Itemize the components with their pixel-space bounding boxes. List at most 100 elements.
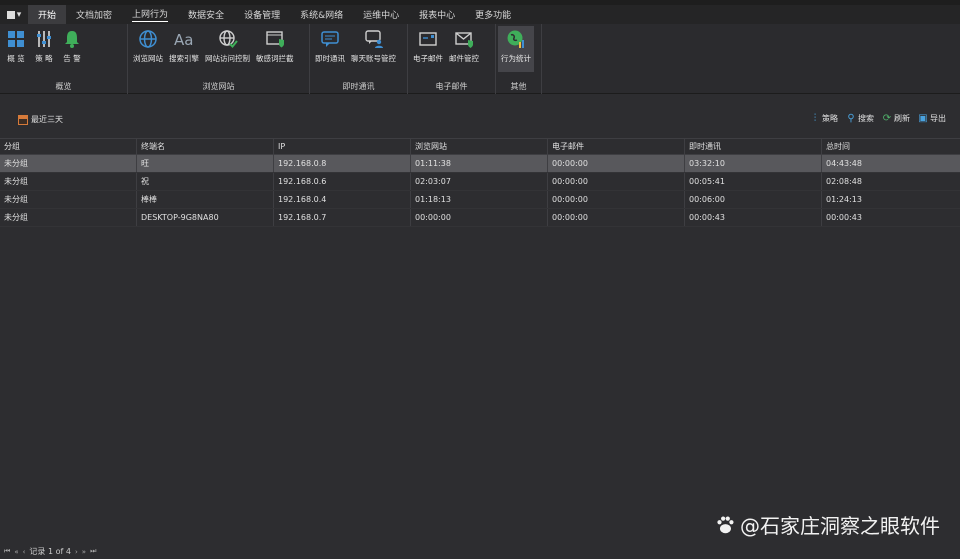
ribbon-button-3-1[interactable]: 邮件管控 [446,26,482,72]
ribbon: 概 览策 略告 警概览 浏览网站 Aa 搜索引擎 网站访问控制 敏感词拦截 浏览网站 即时通讯… [0,24,960,94]
column-header[interactable]: 分组 [0,139,137,154]
last-record-icon[interactable]: ⏭ [90,547,96,556]
table-cell: 00:00:00 [548,155,685,172]
tab-1[interactable]: 文档加密 [66,5,122,24]
column-header[interactable]: 浏览网站 [411,139,548,154]
prev-record-icon[interactable]: ‹ [23,548,26,556]
tab-0[interactable]: 开始 [28,5,67,24]
chat-user-icon [363,28,385,50]
table-cell: 02:08:48 [826,177,862,186]
table-cell: 00:00:00 [411,209,548,226]
ribbon-group-label: 即时通讯 [342,82,375,91]
next-record-icon[interactable]: › [75,548,78,556]
ribbon-button-label: 即时通讯 [315,54,345,63]
table-cell: 01:11:38 [411,155,548,172]
table-cell: 00:00:00 [548,191,685,208]
table-cell: 02:03:07 [411,173,548,190]
export-button[interactable]: ▣ 导出 [918,113,946,124]
tab-5[interactable]: 系统&网络 [290,5,353,24]
chat-icon [319,28,341,50]
ribbon-group-label: 概览 [55,82,72,91]
ribbon-button-2-1[interactable]: 聊天账号管控 [348,26,399,72]
table-cell: 未分组 [0,209,137,226]
app-menu-button[interactable]: ▾ [0,5,28,24]
date-range-label: 最近三天 [31,115,63,124]
date-range-button[interactable]: 最近三天 [18,114,63,125]
ribbon-group-4: 行为统计 其他 [496,24,542,94]
column-header[interactable]: 电子邮件 [548,139,685,154]
mail-shield-icon [453,28,475,50]
column-header[interactable]: 终端名 [137,139,274,154]
table-cell: 192.168.0.8 [274,155,411,172]
table-cell: 祝 [137,173,274,190]
ribbon-button-label: 行为统计 [501,54,531,63]
watermark-text: @石家庄洞察之眼软件 [740,514,940,538]
table-cell: 00:00:00 [548,173,685,190]
sliders-icon: ⫶ [813,113,817,124]
record-navigator: ⏮ « ‹ 记录 1 of 4 › » ⏭ [4,546,96,557]
tab-label: 数据安全 [188,11,225,21]
search-button[interactable]: ⚲ 搜索 [846,113,874,124]
ribbon-button-label: 敏感词拦截 [256,54,294,63]
tab-4[interactable]: 设备管理 [234,5,290,24]
ribbon-button-4-0[interactable]: 行为统计 [498,26,534,72]
ribbon-button-0-2[interactable]: 告 警 [58,26,86,72]
table-row[interactable]: 未分组祝 192.168.0.6 02:03:07 00:00:00 00:05:41 0… [0,173,960,191]
ribbon-button-label: 搜索引擎 [169,54,199,63]
ribbon-group-label: 电子邮件 [435,82,468,91]
search-icon: ⚲ [847,113,855,124]
table-cell: 04:43:48 [826,159,862,168]
strategy-button[interactable]: ⫶ 策略 [810,113,838,124]
first-record-icon[interactable]: ⏮ [4,547,10,556]
ribbon-button-1-2[interactable]: 网站访问控制 [202,26,253,72]
column-header[interactable]: IP [274,139,411,154]
column-header[interactable]: 即时通讯 [685,139,822,154]
table-cell: 未分组 [0,173,137,190]
ribbon-group-1: 浏览网站 Aa 搜索引擎 网站访问控制 敏感词拦截 浏览网站 [128,24,310,94]
prev-page-icon[interactable]: « [14,548,18,556]
browser-shield-icon [264,28,286,50]
ribbon-button-1-1[interactable]: Aa 搜索引擎 [166,26,202,72]
next-page-icon[interactable]: » [82,548,86,556]
bell-icon [61,28,83,50]
ribbon-button-3-0[interactable]: 电子邮件 [410,26,446,72]
table-cell: 01:18:13 [411,191,548,208]
ribbon-button-label: 策 略 [35,54,53,63]
tab-8[interactable]: 更多功能 [465,5,521,24]
tab-6[interactable]: 运维中心 [353,5,409,24]
tab-label: 上网行为 [132,7,169,22]
tab-3[interactable]: 数据安全 [178,5,234,24]
tab-7[interactable]: 报表中心 [409,5,465,24]
tab-label: 报表中心 [419,11,456,21]
ribbon-button-label: 聊天账号管控 [351,54,396,63]
refresh-button[interactable]: ⟳ 刷新 [882,113,910,124]
ribbon-button-0-1[interactable]: 策 略 [30,26,58,72]
tab-2[interactable]: 上网行为 [122,5,178,24]
sub-toolbar: 最近三天 ⫶ 策略 ⚲ 搜索 ⟳ 刷新 ▣ 导出 [0,108,960,132]
table-row[interactable]: 未分组旺 192.168.0.8 01:11:38 00:00:00 03:32:10 0… [0,155,960,173]
table-cell: 192.168.0.6 [274,173,411,190]
table-cell: 192.168.0.4 [274,191,411,208]
table-row[interactable]: 未分组 DESKTOP-9G8NA80 192.168.0.7 00:00:00 00:… [0,209,960,227]
table-cell: 棒棒 [137,191,274,208]
table-row[interactable]: 未分组 棒棒 192.168.0.4 01:18:13 00:00:00 00:06:00… [0,191,960,209]
tab-label: 系统&网络 [300,11,344,21]
ribbon-button-1-0[interactable]: 浏览网站 [130,26,166,72]
column-header[interactable]: 总时间 [822,139,960,154]
ribbon-button-1-3[interactable]: 敏感词拦截 [253,26,297,72]
tab-label: 更多功能 [475,11,512,21]
table-header: 分组 终端名 IP 浏览网站 电子邮件 即时通讯 总时间 [0,138,960,155]
table-cell: DESKTOP-9G8NA80 [137,209,274,226]
ribbon-group-2: 即时通讯 聊天账号管控 即时通讯 [310,24,408,94]
ribbon-button-2-0[interactable]: 即时通讯 [312,26,348,72]
table-cell: 01:24:13 [826,195,862,204]
tab-label: 设备管理 [244,11,281,21]
ribbon-button-label: 电子邮件 [413,54,443,63]
tab-label: 运维中心 [363,11,400,21]
ribbon-button-label: 告 警 [63,54,81,63]
ribbon-button-0-0[interactable]: 概 览 [2,26,30,72]
table-cell: 03:32:10 [685,155,822,172]
table-cell: 00:00:00 [548,209,685,226]
record-count: 记录 1 of 4 [29,547,71,556]
table-cell: 00:00:43 [685,209,822,226]
